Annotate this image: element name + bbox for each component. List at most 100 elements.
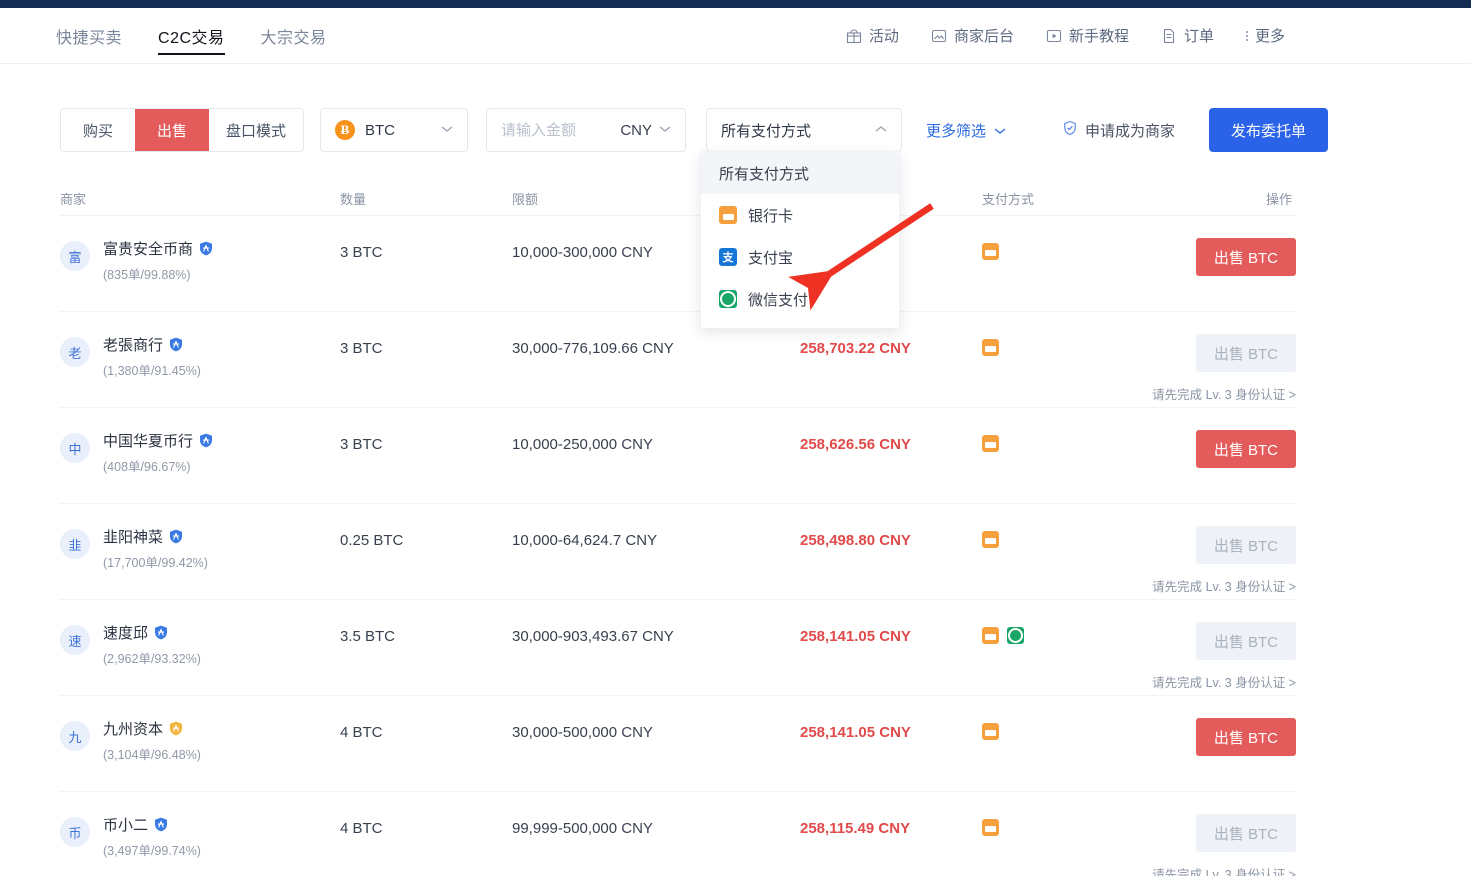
merchant-stats: (3,104单/96.48%) [103,744,201,763]
bank-card-icon [719,206,737,224]
offer-payment-methods [982,238,1152,260]
merchant-name[interactable]: 富贵安全币商 [103,238,213,259]
amount-filter[interactable]: CNY [486,108,686,152]
kyc-hint-link[interactable]: 请先完成 Lv. 3 身份认证 > [1152,864,1296,876]
nav-tab-label: C2C交易 [158,24,225,48]
segment-orderbook-mode[interactable]: 盘口模式 [209,109,303,151]
column-header-payment: 支付方式 [982,189,1152,208]
segment-label: 购买 [83,120,113,141]
merchant-name-text: 九州资本 [103,718,163,739]
nav-tabs: 快捷买卖 C2C交易 大宗交易 [56,8,363,63]
merchant-name[interactable]: 韭阳神菜 [103,526,208,547]
apply-merchant-link[interactable]: 申请成为商家 [1062,120,1175,141]
merchant-name[interactable]: 老張商行 [103,334,201,355]
dropdown-item-all-payments[interactable]: 所有支付方式 [701,152,899,194]
table-row: 中中国华夏币行(408单/96.67%)3 BTC10,000-250,000 … [60,408,1296,504]
nav-tab-quick-trade[interactable]: 快捷买卖 [56,8,122,63]
nav-item-more[interactable]: 更多 [1246,25,1285,46]
offer-limit: 10,000-250,000 CNY [512,430,800,453]
dropdown-item-label: 微信支付 [748,289,808,310]
bank-card-icon [982,531,999,548]
offer-amount: 3.5 BTC [340,622,512,645]
nav-utility-items: 活动 商家后台 新手教程 订单 [814,25,1285,46]
merchant-stats: (2,962单/93.32%) [103,648,201,667]
verified-blue-badge-icon [199,433,213,448]
verified-blue-badge-icon [154,625,168,640]
avatar: 币 [60,817,90,847]
offer-amount: 0.25 BTC [340,526,512,549]
avatar: 中 [60,433,90,463]
nav-item-label: 订单 [1184,25,1214,46]
merchant-stats: (3,497单/99.74%) [103,840,201,859]
avatar: 韭 [60,529,90,559]
nav-item-label: 商家后台 [954,25,1014,46]
sell-btc-button[interactable]: 出售 BTC [1196,718,1296,756]
wechat-pay-icon [1007,627,1024,644]
payment-method-select[interactable]: 所有支付方式 [706,108,902,152]
table-row: 速速度邱(2,962单/93.32%)3.5 BTC30,000-903,493… [60,600,1296,696]
merchant-stats: (408单/96.67%) [103,456,213,475]
kyc-hint-link[interactable]: 请先完成 Lv. 3 身份认证 > [1152,576,1296,595]
nav-tab-c2c[interactable]: C2C交易 [158,8,225,63]
merchant-name[interactable]: 币小二 [103,814,201,835]
merchant-name-text: 韭阳神菜 [103,526,163,547]
alipay-icon: 支 [719,248,737,266]
nav-item-tutorial[interactable]: 新手教程 [1046,25,1129,46]
kyc-hint-link[interactable]: 请先完成 Lv. 3 身份认证 > [1152,384,1296,403]
column-header-action: 操作 [1152,189,1296,208]
segment-sell[interactable]: 出售 [135,109,209,151]
dropdown-item-bank-card[interactable]: 银行卡 [701,194,899,236]
offer-price: 258,626.56 CNY [800,430,982,453]
chevron-down-icon[interactable] [659,124,671,136]
more-dots-icon [1246,31,1248,41]
dropdown-item-alipay[interactable]: 支 支付宝 [701,236,899,278]
merchant-name[interactable]: 速度邱 [103,622,201,643]
table-row: 币币小二(3,497单/99.74%)4 BTC99,999-500,000 C… [60,792,1296,876]
nav-item-activity[interactable]: 活动 [846,25,899,46]
table-row: 老老張商行(1,380单/91.45%)3 BTC30,000-776,109.… [60,312,1296,408]
nav-item-orders[interactable]: 订单 [1161,25,1214,46]
nav-item-merchant-console[interactable]: 商家后台 [931,25,1014,46]
offer-limit: 30,000-776,109.66 CNY [512,334,800,357]
merchant-name[interactable]: 九州资本 [103,718,201,739]
offer-limit: 10,000-64,624.7 CNY [512,526,800,549]
filter-toolbar: 购买 出售 盘口模式 Ƀ BTC CNY 所有支付方式 更多筛选 [60,108,1471,152]
avatar: 九 [60,721,90,751]
merchant-name-text: 老張商行 [103,334,163,355]
wechat-pay-icon [719,290,737,308]
kyc-hint-link[interactable]: 请先完成 Lv. 3 身份认证 > [1152,672,1296,691]
segment-label: 出售 [157,120,187,141]
bank-card-icon [982,627,999,644]
coin-select[interactable]: Ƀ BTC [320,108,468,152]
avatar: 老 [60,337,90,367]
dropdown-item-wechat-pay[interactable]: 微信支付 [701,278,899,320]
nav-item-label: 活动 [869,25,899,46]
amount-input[interactable] [501,122,609,139]
verified-blue-badge-icon [154,817,168,832]
offer-limit: 99,999-500,000 CNY [512,814,800,837]
offer-limit: 30,000-903,493.67 CNY [512,622,800,645]
table-row: 富富贵安全币商(835单/99.88%)3 BTC10,000-300,000 … [60,216,1296,312]
segment-label: 盘口模式 [226,120,286,141]
avatar: 富 [60,241,90,271]
offer-payment-methods [982,430,1152,452]
chevron-down-icon [994,122,1006,139]
dropdown-item-label: 支付宝 [748,247,793,268]
offer-amount: 3 BTC [340,334,512,357]
offer-payment-methods [982,526,1152,548]
nav-tab-block-trade[interactable]: 大宗交易 [261,8,327,63]
sell-btc-button: 出售 BTC [1196,526,1296,564]
trade-side-segmented: 购买 出售 盘口模式 [60,108,304,152]
bank-card-icon [982,435,999,452]
merchant-name-text: 速度邱 [103,622,148,643]
offer-price: 258,115.49 CNY [800,814,982,837]
segment-buy[interactable]: 购买 [61,109,135,151]
merchant-name[interactable]: 中国华夏币行 [103,430,213,451]
more-filters-button[interactable]: 更多筛选 [926,120,1006,141]
sell-btc-button[interactable]: 出售 BTC [1196,430,1296,468]
post-order-button[interactable]: 发布委托单 [1209,108,1328,152]
sell-btc-button[interactable]: 出售 BTC [1196,238,1296,276]
merchant-stats: (17,700单/99.42%) [103,552,208,571]
offer-payment-methods [982,814,1152,836]
offer-amount: 4 BTC [340,718,512,741]
